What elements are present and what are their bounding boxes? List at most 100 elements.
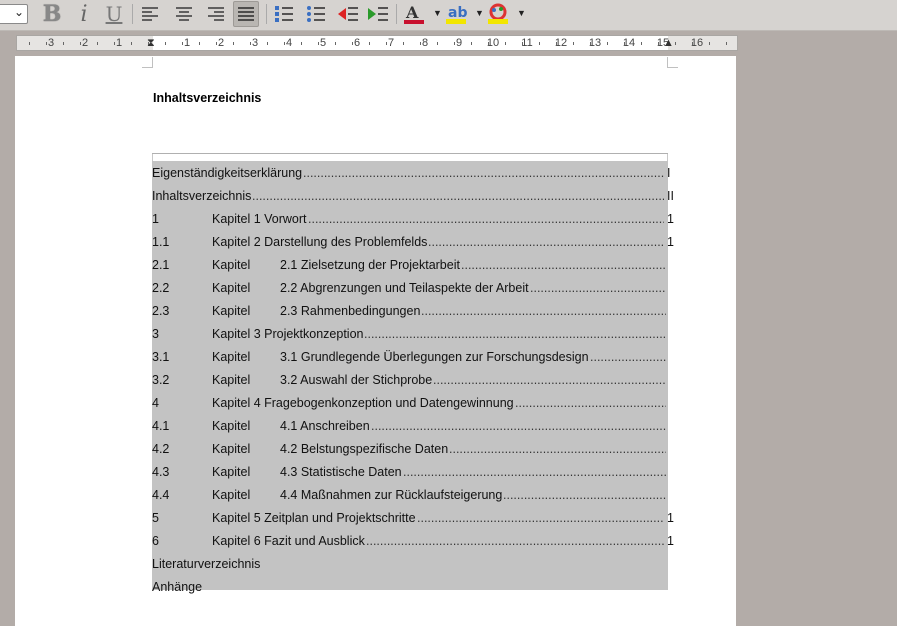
toc-page-number: 1 — [667, 534, 674, 548]
toc-entry[interactable]: 2.1 Kapitel 2.1 Zielsetzung der Projektarb… — [152, 254, 672, 277]
justify-button[interactable] — [233, 1, 259, 27]
toc-entry-chapter: Kapitel — [212, 442, 251, 456]
toc-entry-chapter: Kapitel 3 Projektkonzeption — [212, 327, 364, 341]
toc-entry-title: 4.4 Maßnahmen zur Rücklaufsteigerung — [280, 488, 503, 502]
toc-entry-number: 6 — [152, 534, 159, 548]
toc-entry-number: 4.4 — [152, 488, 170, 502]
toc-entry[interactable]: Literaturverzeichnis — [152, 553, 672, 576]
toc-leader-dots: ........................................… — [503, 488, 666, 502]
ruler-label: 2 — [81, 37, 89, 49]
toc-leader-dots: ........................................… — [449, 442, 666, 456]
toc-entry[interactable]: Inhaltsverzeichnis......................… — [152, 185, 674, 208]
toc-entry[interactable]: 3.1 Kapitel 3.1 Grundlegende Überlegungen … — [152, 346, 672, 369]
toc-leader-dots: ........................................… — [303, 166, 664, 180]
toc-entry-title: 4.2 Belstungspezifische Daten — [280, 442, 449, 456]
toc-entry[interactable]: 6 Kapitel 6 Fazit und Ausblick...........… — [152, 530, 674, 553]
toc-entry[interactable]: 4 Kapitel 4 Fragebogenkonzeption und Date… — [152, 392, 672, 415]
toc-leader-dots: ........................................… — [364, 327, 666, 341]
toc-entry[interactable]: 1 Kapitel 1 Vorwort......................… — [152, 208, 674, 231]
align-center-icon — [176, 7, 192, 21]
toc-entry-number: 4.2 — [152, 442, 170, 456]
ruler-tick — [641, 42, 642, 45]
toc-entry-chapter: Kapitel — [212, 258, 251, 272]
ruler-tick — [573, 42, 574, 45]
italic-icon: i — [80, 1, 88, 27]
paragraph-style-select[interactable]: ⌄ — [0, 4, 28, 24]
toc-page-number: 1 — [667, 235, 674, 249]
font-color-icon: A — [404, 3, 424, 24]
horizontal-ruler[interactable]: 3 2 1 1 2 3 4 5 6 7 8 9 10 11 12 13 14 15 16 ⧗ ▲ — [16, 35, 738, 51]
toc-leader-dots: ........................................… — [428, 235, 664, 249]
toc-leader-dots: ........................................… — [461, 258, 666, 272]
ruler-label: 4 — [285, 37, 293, 49]
ruler-tick — [386, 42, 387, 45]
ruler-tick — [233, 42, 234, 45]
numbered-list-button[interactable] — [272, 2, 296, 26]
toc-leader-dots: ........................................… — [530, 281, 666, 295]
toc-entry[interactable]: 4.3 Kapitel 4.3 Statistische Daten........… — [152, 461, 672, 484]
ruler-label: 8 — [421, 37, 429, 49]
ruler-tick — [420, 42, 421, 45]
toc-entry[interactable]: 3.2 Kapitel 3.2 Auswahl der Stichprobe....… — [152, 369, 672, 392]
toc-entry-number: 2.1 — [152, 258, 170, 272]
ruler-tick — [692, 42, 693, 45]
chevron-down-icon[interactable]: ▼ — [475, 8, 484, 18]
table-of-contents[interactable]: Eigenständigkeitserklärung..............… — [152, 153, 674, 594]
chevron-down-icon: ⌄ — [13, 5, 24, 19]
ruler-label: 1 — [183, 37, 191, 49]
increase-indent-button[interactable] — [366, 2, 390, 26]
toc-entry[interactable]: 3 Kapitel 3 Projektkonzeption............… — [152, 323, 672, 346]
toc-leader-dots: ........................................… — [590, 350, 666, 364]
toolbar-separator — [132, 4, 133, 24]
italic-button[interactable]: i — [72, 1, 96, 27]
toc-entry-number: Anhänge — [152, 580, 203, 594]
ruler-tick — [284, 42, 285, 45]
toc-entry[interactable]: 2.3 Kapitel 2.3 Rahmenbedingungen.........… — [152, 300, 672, 323]
align-right-button[interactable] — [204, 2, 228, 26]
chevron-down-icon[interactable]: ▼ — [433, 8, 442, 18]
toc-entry[interactable]: 5 Kapitel 5 Zeitplan und Projektschritte.… — [152, 507, 674, 530]
align-left-button[interactable] — [138, 2, 162, 26]
toc-entry[interactable]: Anhänge — [152, 576, 672, 599]
toc-entry-number: 5 — [152, 511, 159, 525]
underline-button[interactable]: U — [102, 2, 126, 26]
ruler-tick — [63, 42, 64, 45]
underline-icon: U — [105, 2, 123, 26]
formatting-toolbar: ⌄ B i U A ▼ ab ▼ ▼ — [0, 0, 897, 31]
toc-entry-number: 4 — [152, 396, 159, 410]
font-color-button[interactable]: A — [402, 2, 426, 26]
toc-entry-chapter: Kapitel 6 Fazit und Ausblick — [212, 534, 365, 548]
ruler-tick — [352, 42, 353, 45]
toc-entry[interactable]: 2.2 Kapitel 2.2 Abgrenzungen und Teilaspek… — [152, 277, 672, 300]
ruler-label: 5 — [319, 37, 327, 49]
ruler-tick — [318, 42, 319, 45]
bold-button[interactable]: B — [40, 1, 64, 27]
right-indent-marker[interactable]: ▲ — [663, 36, 674, 50]
ruler-tick — [131, 42, 132, 45]
toc-entry-chapter: Kapitel — [212, 373, 251, 387]
toc-entry[interactable]: Eigenständigkeitserklärung..............… — [152, 162, 672, 185]
ruler-label: 11 — [521, 37, 533, 49]
bullet-list-button[interactable] — [304, 2, 328, 26]
page-title: Inhaltsverzeichnis — [153, 91, 262, 105]
ruler-label: 2 — [217, 37, 225, 49]
ruler-tick — [97, 42, 98, 45]
ruler-tick — [301, 42, 302, 45]
toc-entry[interactable]: 4.2 Kapitel 4.2 Belstungspezifische Daten.… — [152, 438, 672, 461]
document-page[interactable]: Inhaltsverzeichnis Eigenständigkeitserkl… — [15, 56, 736, 626]
decrease-indent-icon — [338, 7, 358, 21]
toc-entry[interactable]: 4.4 Kapitel 4.4 Maßnahmen zur Rücklaufstei… — [152, 484, 672, 507]
decrease-indent-button[interactable] — [336, 2, 360, 26]
toc-entry-chapter: Kapitel 2 Darstellung des Problemfelds — [212, 235, 428, 249]
toc-entry[interactable]: 1.1 Kapitel 2 Darstellung des Problemfeld… — [152, 231, 674, 254]
align-center-button[interactable] — [172, 2, 196, 26]
toc-entry[interactable]: 4.1 Kapitel 4.1 Anschreiben...............… — [152, 415, 672, 438]
svg-text:A: A — [405, 3, 419, 22]
chevron-down-icon[interactable]: ▼ — [517, 8, 526, 18]
left-indent-marker[interactable]: ⧗ — [147, 36, 155, 50]
highlight-button[interactable]: ab — [444, 2, 468, 26]
ruler-tick — [267, 42, 268, 45]
background-color-button[interactable] — [486, 2, 510, 26]
ruler-tick — [539, 42, 540, 45]
ruler-tick — [726, 42, 727, 45]
